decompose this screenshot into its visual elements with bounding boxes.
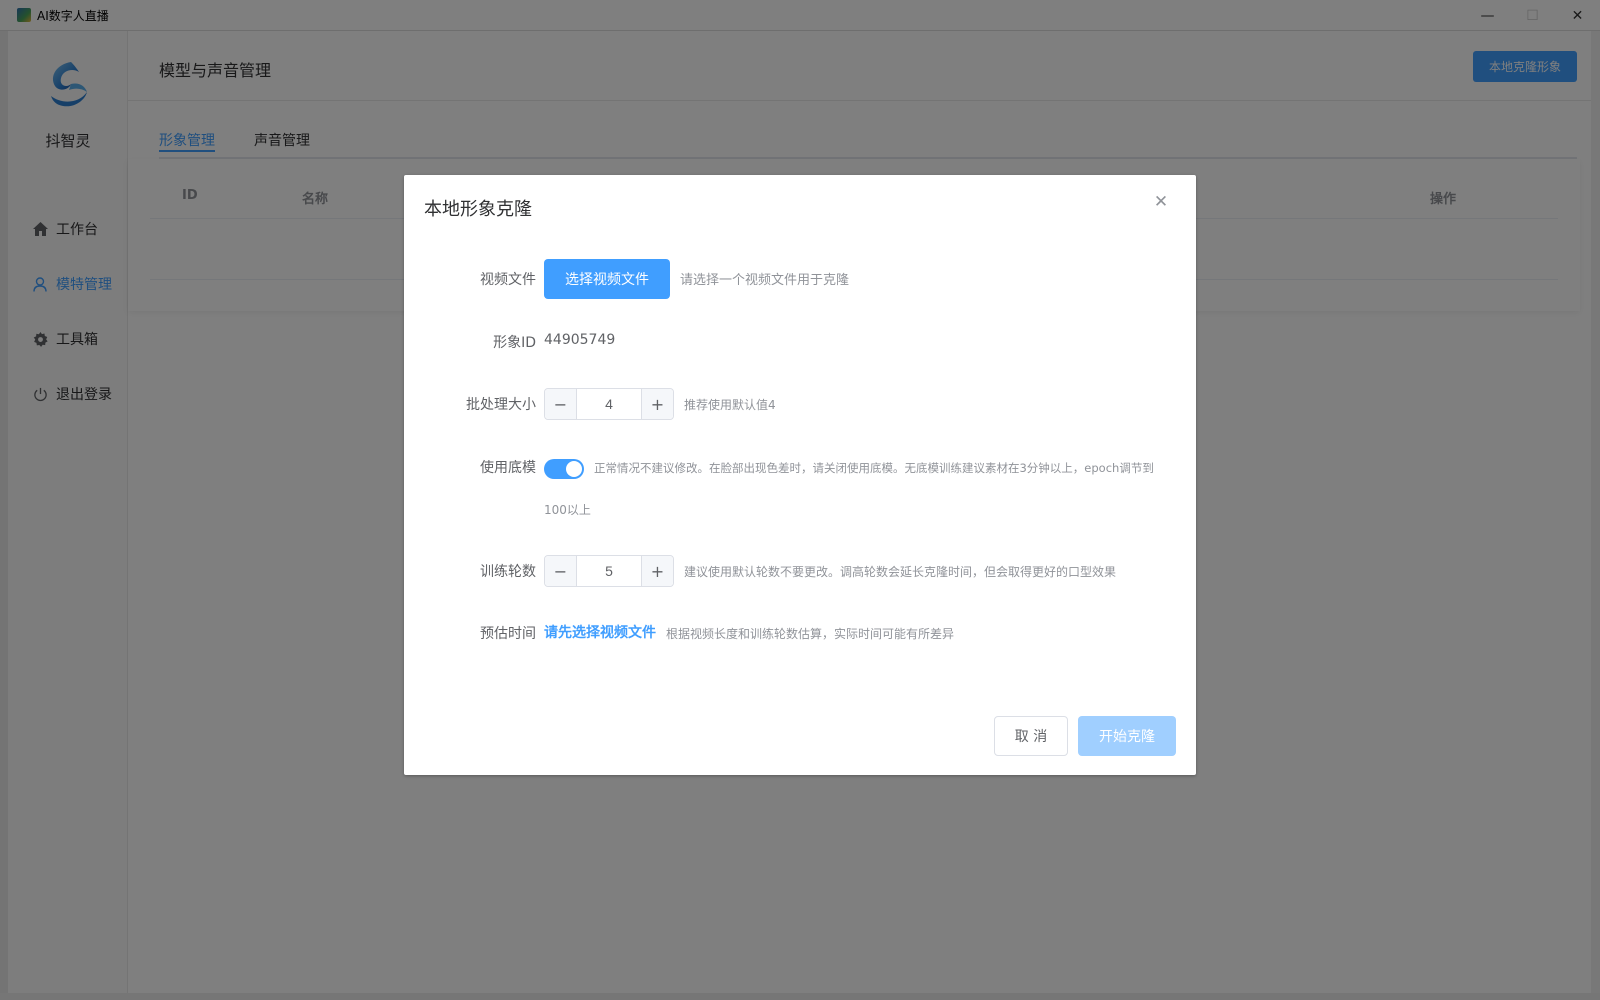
estimated-time-label: 预估时间 (480, 626, 536, 642)
video-file-label: 视频文件 (480, 272, 536, 288)
dialog-title: 本地形象克隆 (424, 199, 532, 220)
local-avatar-clone-dialog: 本地形象克隆 ✕ 视频文件 选择视频文件 请选择一个视频文件用于克隆 形象ID … (404, 175, 1196, 775)
avatar-id-value: 44905749 (544, 332, 616, 348)
batch-size-increment-button[interactable]: + (641, 389, 673, 419)
epochs-input[interactable] (577, 556, 641, 586)
epochs-hint: 建议使用默认轮数不要更改。调高轮数会延长克隆时间，但会取得更好的口型效果 (684, 565, 1117, 579)
epochs-increment-button[interactable]: + (641, 556, 673, 586)
video-file-hint: 请选择一个视频文件用于克隆 (680, 273, 850, 288)
estimated-time-value: 请先选择视频文件 (544, 625, 656, 641)
batch-size-label: 批处理大小 (466, 397, 536, 413)
use-base-model-hint-continued: 100以上 (544, 503, 591, 517)
avatar-id-label: 形象ID (493, 335, 536, 351)
use-base-model-hint: 正常情况不建议修改。在脸部出现色差时，请关闭使用底模。无底模训练建议素材在3分钟… (594, 461, 1154, 475)
cancel-button[interactable]: 取 消 (994, 716, 1068, 756)
batch-size-input[interactable] (577, 389, 641, 419)
batch-size-stepper: − + (544, 388, 674, 420)
batch-size-hint: 推荐使用默认值4 (684, 398, 776, 412)
epochs-label: 训练轮数 (480, 564, 536, 580)
use-base-model-switch[interactable] (544, 459, 584, 479)
start-clone-button[interactable]: 开始克隆 (1078, 716, 1176, 756)
estimated-time-hint: 根据视频长度和训练轮数估算，实际时间可能有所差异 (666, 627, 955, 641)
select-video-button[interactable]: 选择视频文件 (544, 259, 670, 299)
use-base-model-label: 使用底模 (480, 460, 536, 476)
epochs-stepper: − + (544, 555, 674, 587)
close-icon[interactable]: ✕ (1152, 193, 1170, 211)
switch-knob (566, 461, 582, 477)
batch-size-decrement-button[interactable]: − (545, 389, 577, 419)
epochs-decrement-button[interactable]: − (545, 556, 577, 586)
